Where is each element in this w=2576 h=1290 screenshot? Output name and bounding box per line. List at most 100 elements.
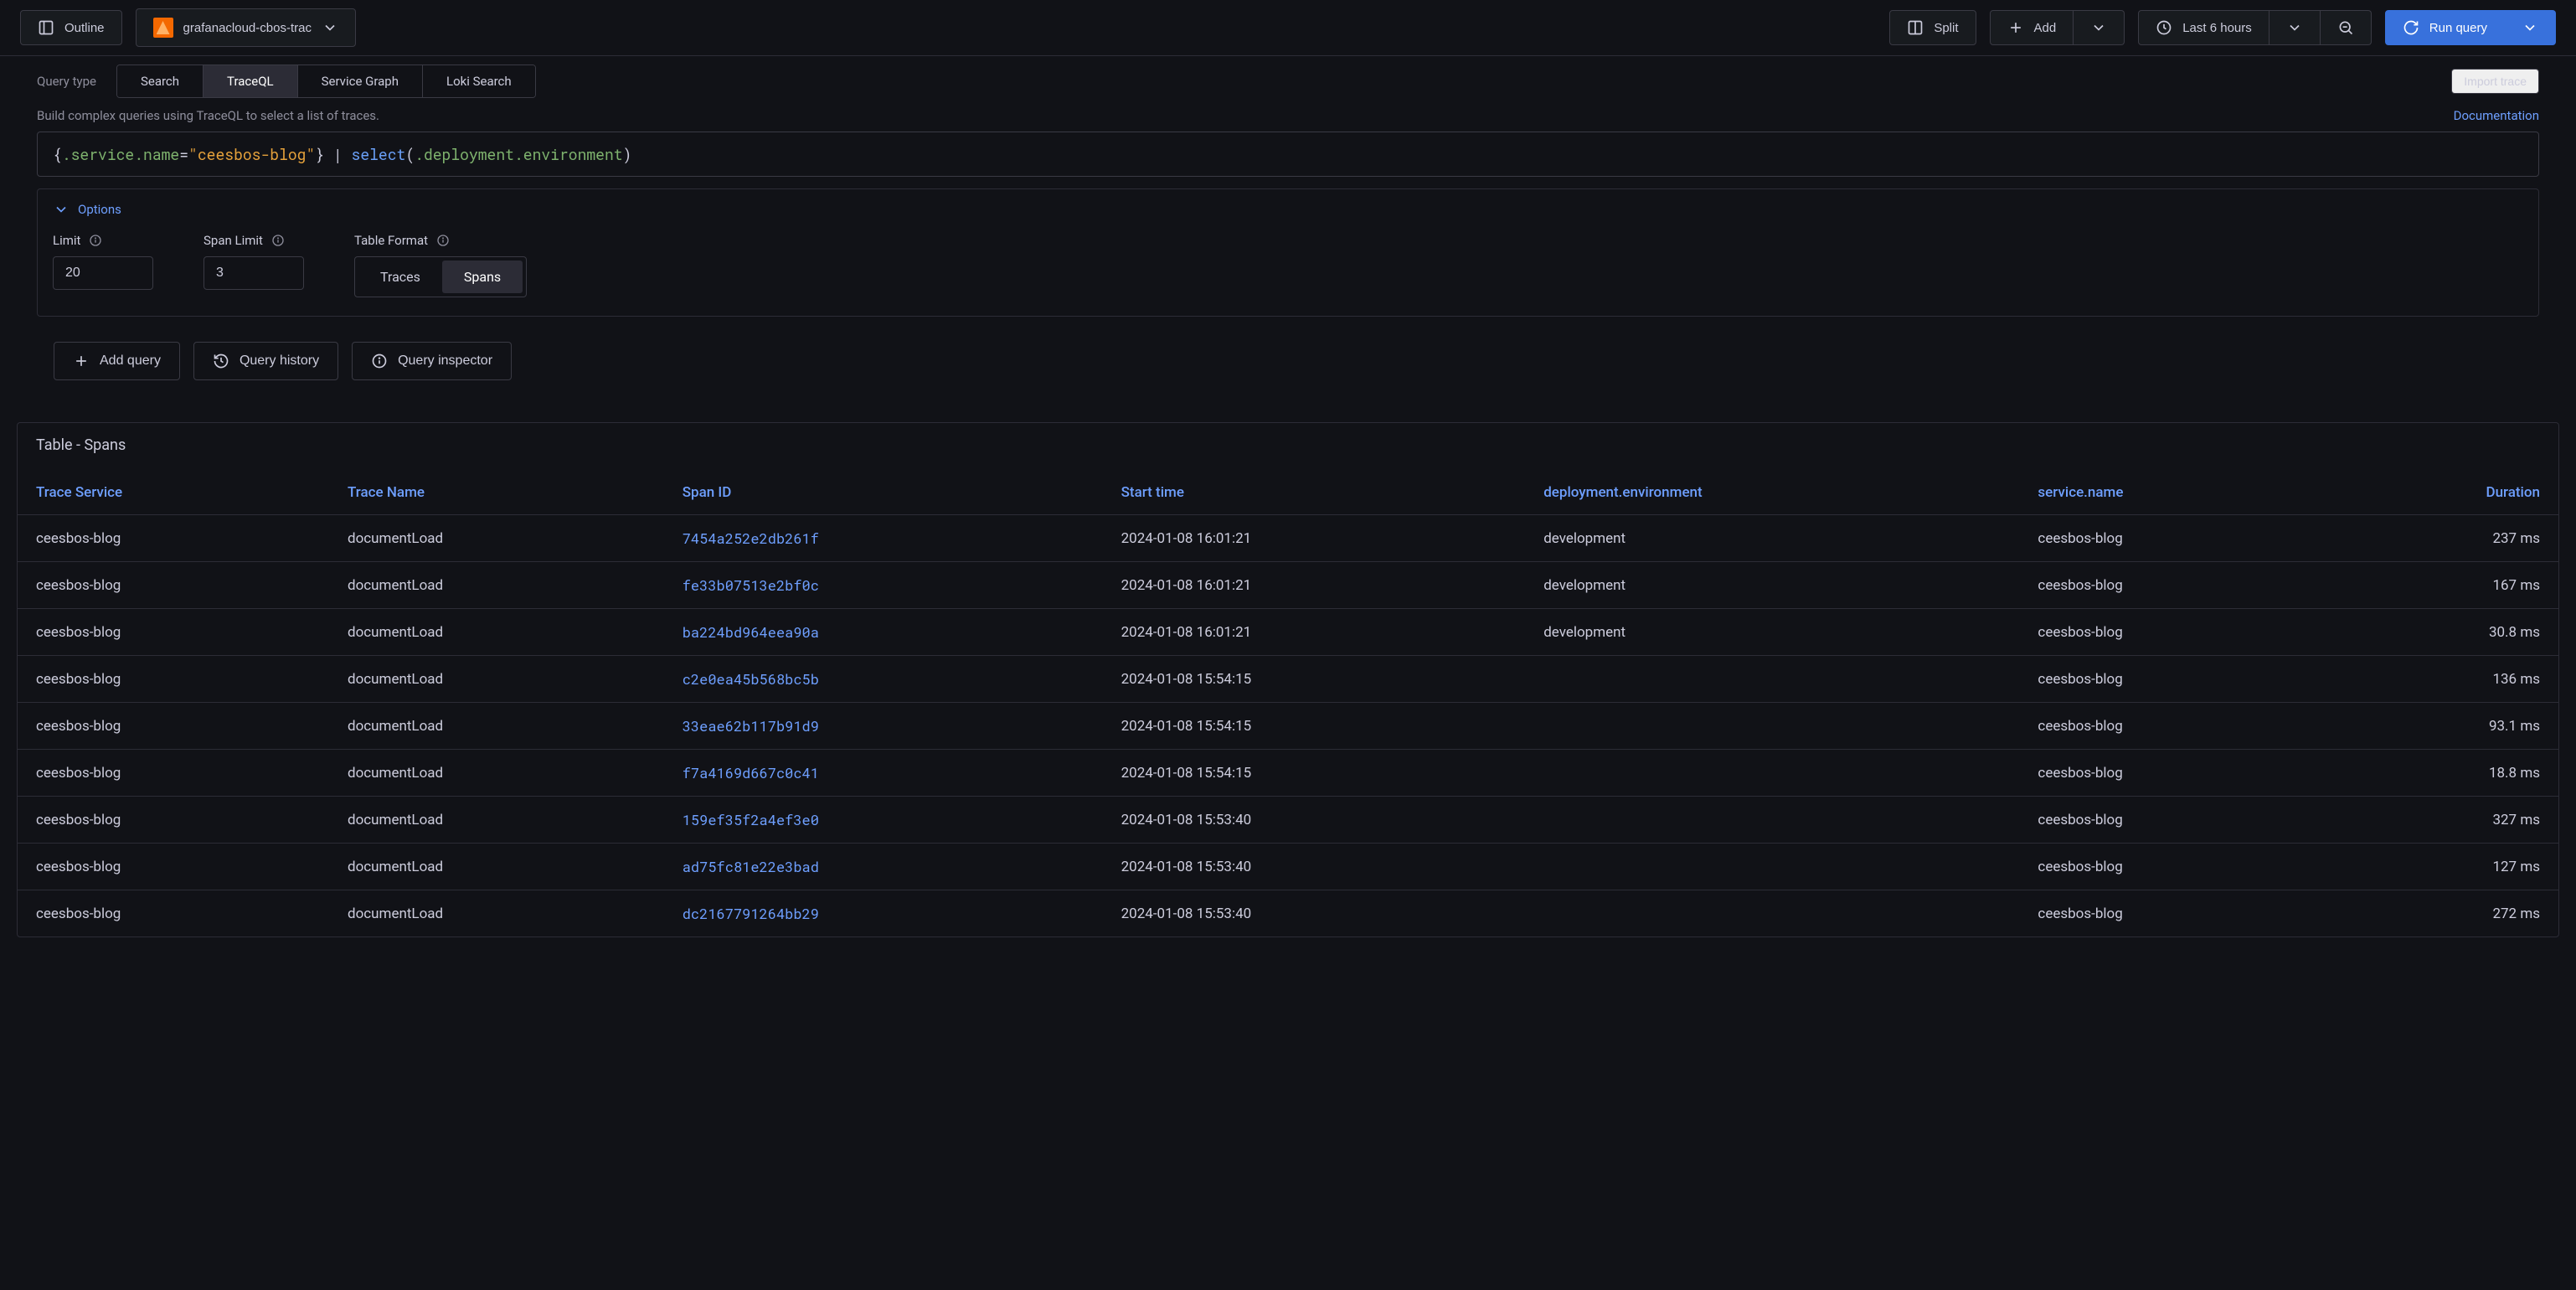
chevron-down-icon <box>2522 19 2538 36</box>
datasource-picker[interactable]: grafanacloud-cbos-trac <box>136 8 356 47</box>
split-icon <box>1907 19 1924 36</box>
cell-env <box>1525 750 2019 797</box>
cell-trace-name: documentLoad <box>329 703 664 750</box>
chevron-down-icon <box>53 201 70 218</box>
options-toggle[interactable]: Options <box>53 201 2523 218</box>
cell-trace-service: ceesbos-blog <box>18 656 329 703</box>
query-inspector-button[interactable]: Query inspector <box>352 342 512 380</box>
grafana-icon <box>153 18 173 38</box>
format-traces[interactable]: Traces <box>358 261 442 293</box>
cell-trace-name: documentLoad <box>329 656 664 703</box>
cell-trace-name: documentLoad <box>329 562 664 609</box>
col-service-name[interactable]: service.name <box>2019 471 2328 515</box>
cell-trace-name: documentLoad <box>329 890 664 937</box>
documentation-link[interactable]: Documentation <box>2454 108 2539 123</box>
table-row: ceesbos-blog documentLoad fe33b07513e2bf0c… <box>18 562 2558 609</box>
span-id-link[interactable]: 33eae62b117b91d9 <box>683 716 819 735</box>
span-id-link[interactable]: fe33b07513e2bf0c <box>683 575 819 595</box>
cell-span-id: 7454a252e2db261f <box>664 515 1103 562</box>
cell-env <box>1525 703 2019 750</box>
table-row: ceesbos-blogdocumentLoadba224bd964eea90a… <box>18 609 2558 656</box>
cell-service-name: ceesbos-blog <box>2019 515 2328 562</box>
tab-search[interactable]: Search <box>117 65 203 97</box>
col-trace-name[interactable]: Trace Name <box>329 471 664 515</box>
span-id-link[interactable]: dc2167791264bb29 <box>683 904 819 923</box>
cell-service-name: ceesbos-blog <box>2019 562 2328 609</box>
add-button[interactable]: Add <box>1990 10 2074 45</box>
code-token: select <box>352 144 406 164</box>
table-format-option: Table Format Traces Spans <box>354 233 527 297</box>
cell-start-time: 2024-01-08 15:53:40 <box>1103 797 1526 844</box>
col-span-id[interactable]: Span ID <box>664 471 1103 515</box>
history-icon <box>213 353 229 369</box>
timerange-dropdown[interactable] <box>2269 10 2321 45</box>
cell-env: development <box>1525 562 2019 609</box>
tab-service-graph[interactable]: Service Graph <box>297 65 422 97</box>
span-id-link[interactable]: 7454a252e2db261f <box>683 529 819 548</box>
run-query-button[interactable]: Run query <box>2385 10 2505 45</box>
table-row: ceesbos-blogdocumentLoaddc2167791264bb29… <box>18 890 2558 937</box>
add-query-button[interactable]: Add query <box>54 342 180 380</box>
cell-duration: 136 ms <box>2329 656 2558 703</box>
split-button[interactable]: Split <box>1889 10 1976 45</box>
cell-trace-service: ceesbos-blog <box>18 515 329 562</box>
cell-span-id: 33eae62b117b91d9 <box>664 703 1103 750</box>
import-trace-button[interactable]: Import trace <box>2451 69 2539 94</box>
limit-input[interactable] <box>53 256 153 290</box>
span-limit-input[interactable] <box>204 256 304 290</box>
tab-loki-search[interactable]: Loki Search <box>422 65 535 97</box>
col-deployment-env[interactable]: deployment.environment <box>1525 471 2019 515</box>
tab-traceql[interactable]: TraceQL <box>203 65 297 97</box>
col-start-time[interactable]: Start time <box>1103 471 1526 515</box>
query-type-tabs: Search TraceQL Service Graph Loki Search <box>116 64 536 98</box>
cell-start-time: 2024-01-08 16:01:21 <box>1103 609 1526 656</box>
options-block: Options Limit Span Limit <box>37 188 2539 317</box>
span-id-link[interactable]: ba224bd964eea90a <box>683 622 819 642</box>
cell-start-time: 2024-01-08 16:01:21 <box>1103 515 1526 562</box>
cell-duration: 30.8 ms <box>2329 609 2558 656</box>
cell-start-time: 2024-01-08 16:01:21 <box>1103 562 1526 609</box>
cell-trace-name: documentLoad <box>329 797 664 844</box>
query-type-row: Query type Search TraceQL Service Graph … <box>37 64 2539 98</box>
code-token: { <box>53 144 62 164</box>
info-icon <box>89 234 102 247</box>
span-limit-option: Span Limit <box>204 233 304 290</box>
col-duration[interactable]: Duration <box>2329 471 2558 515</box>
cell-duration: 272 ms <box>2329 890 2558 937</box>
cell-trace-name: documentLoad <box>329 844 664 890</box>
code-token: ( <box>405 144 415 164</box>
span-id-link[interactable]: c2e0ea45b568bc5b <box>683 669 819 689</box>
chevron-down-icon <box>2286 19 2303 36</box>
code-token: } <box>315 144 324 164</box>
clock-icon <box>2156 19 2172 36</box>
datasource-label: grafanacloud-cbos-trac <box>183 21 312 35</box>
query-history-button[interactable]: Query history <box>193 342 338 380</box>
cell-duration: 127 ms <box>2329 844 2558 890</box>
zoom-out-button[interactable] <box>2321 10 2372 45</box>
results-table: Trace Service Trace Name Span ID Start t… <box>18 471 2558 937</box>
cell-env <box>1525 797 2019 844</box>
outline-button[interactable]: Outline <box>20 10 122 45</box>
chevron-down-icon <box>322 19 338 36</box>
refresh-icon <box>2403 19 2419 36</box>
cell-env: development <box>1525 515 2019 562</box>
span-id-link[interactable]: f7a4169d667c0c41 <box>683 763 819 782</box>
span-id-link[interactable]: 159ef35f2a4ef3e0 <box>683 810 819 829</box>
cell-duration: 18.8 ms <box>2329 750 2558 797</box>
query-type-label: Query type <box>37 74 116 89</box>
run-query-label: Run query <box>2429 21 2487 35</box>
col-trace-service[interactable]: Trace Service <box>18 471 329 515</box>
timerange-button[interactable]: Last 6 hours <box>2138 10 2269 45</box>
zoom-out-icon <box>2337 19 2354 36</box>
top-toolbar: Outline grafanacloud-cbos-trac Split Add <box>0 0 2576 56</box>
run-dropdown[interactable] <box>2505 10 2556 45</box>
format-spans[interactable]: Spans <box>442 261 523 293</box>
cell-env: development <box>1525 609 2019 656</box>
query-history-label: Query history <box>240 353 319 369</box>
query-actions: Add query Query history Query inspector <box>54 342 2522 380</box>
timerange-label: Last 6 hours <box>2182 21 2252 35</box>
add-dropdown[interactable] <box>2074 10 2125 45</box>
span-id-link[interactable]: ad75fc81e22e3bad <box>683 857 819 876</box>
traceql-editor[interactable]: {.service.name="ceesbos-blog"} | select(… <box>37 132 2539 177</box>
cell-duration: 167 ms <box>2329 562 2558 609</box>
